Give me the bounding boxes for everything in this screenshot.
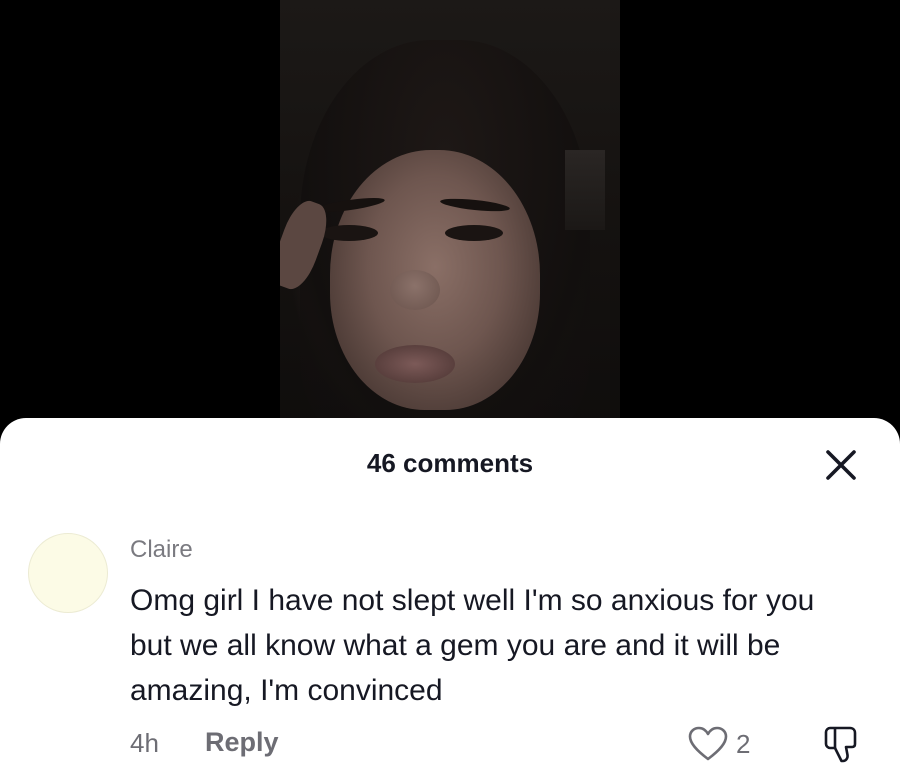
video-player[interactable] (280, 0, 620, 430)
like-button[interactable]: 2 (688, 724, 750, 764)
close-icon (826, 450, 856, 480)
video-frame-detail (320, 225, 378, 241)
like-count: 2 (736, 728, 751, 759)
comment-timestamp: 4h (130, 728, 159, 758)
close-button[interactable] (824, 448, 858, 482)
video-frame-detail (390, 270, 440, 310)
avatar[interactable] (28, 533, 108, 613)
comments-count-title: 46 comments (366, 448, 534, 478)
comment-text: Omg girl I have not slept well I'm so an… (130, 584, 815, 707)
video-frame-detail (565, 150, 605, 230)
heart-outline-icon (688, 726, 728, 761)
thumbs-down-icon (824, 726, 857, 763)
comment-username[interactable]: Claire (130, 536, 193, 564)
comments-sheet: 46 comments Claire Omg girl I have not s… (0, 418, 900, 781)
video-frame-detail (445, 225, 503, 241)
screen: 46 comments Claire Omg girl I have not s… (0, 0, 900, 781)
reply-button[interactable]: Reply (205, 727, 279, 758)
dislike-button[interactable] (822, 724, 862, 764)
comment-item: Claire Omg girl I have not slept well I'… (0, 528, 900, 778)
video-frame-detail (375, 345, 455, 383)
